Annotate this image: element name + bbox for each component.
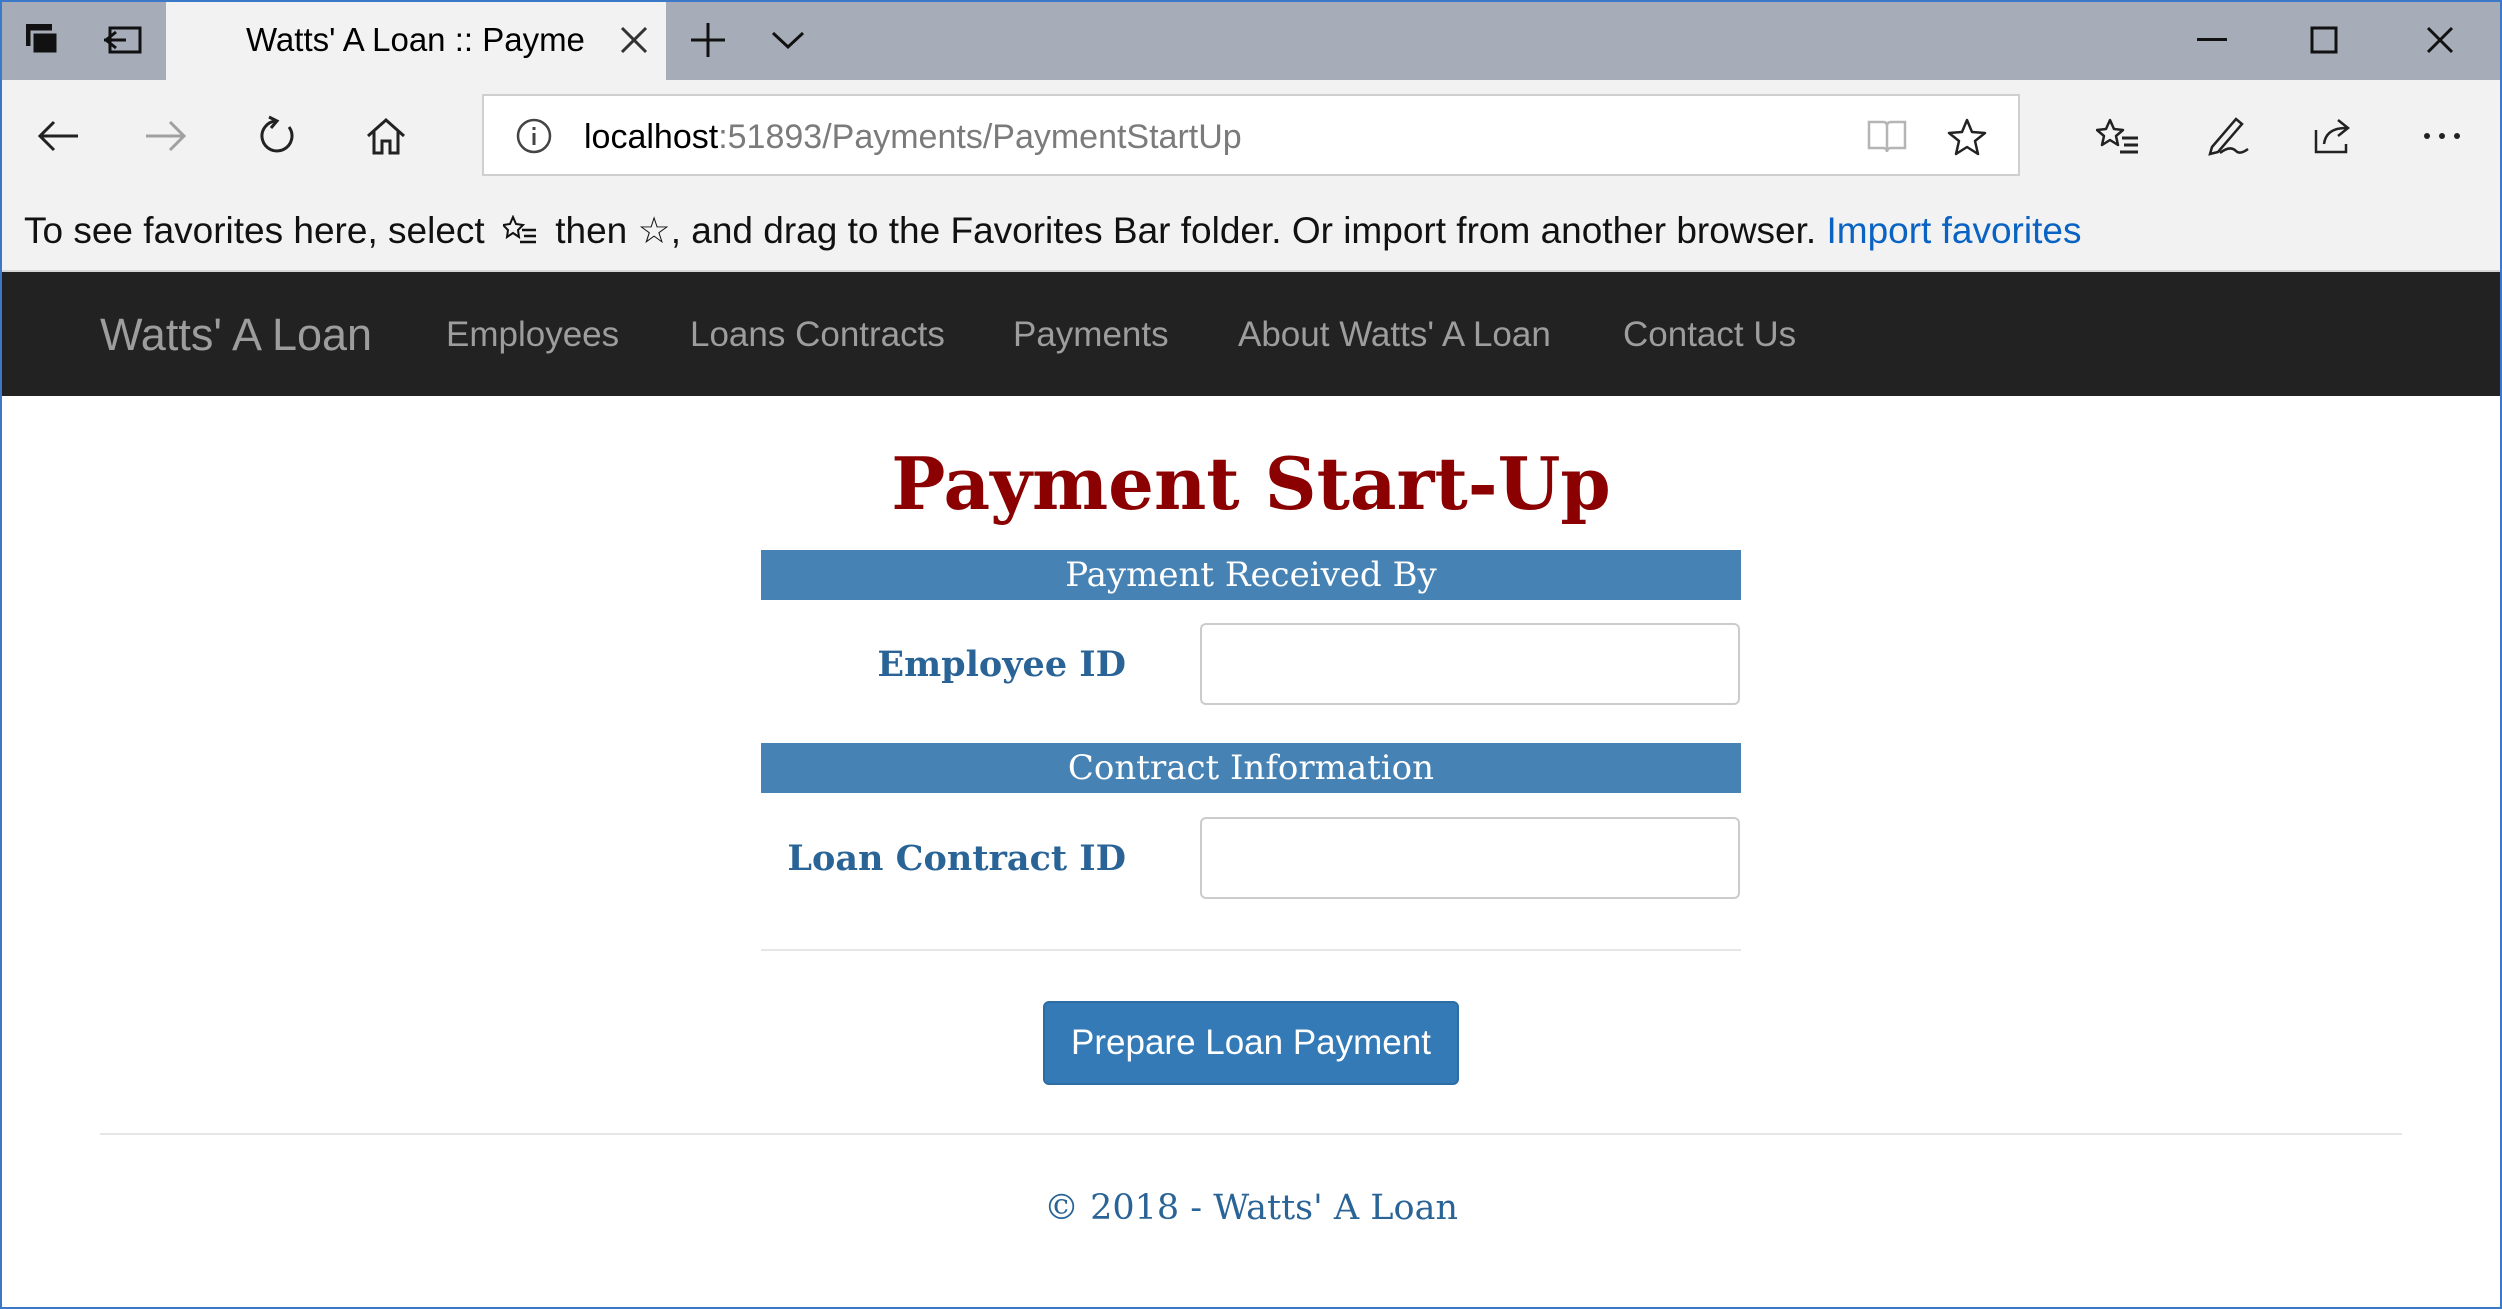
site-navbar: Watts' A Loan Employees Loans Contracts … <box>0 272 2502 396</box>
url-text[interactable]: localhost:51893/Payments/PaymentStartUp <box>584 114 1242 160</box>
page-title: Payment Start-Up <box>891 441 1611 526</box>
favorites-hub-inline-icon <box>495 210 545 256</box>
footer-divider <box>100 1133 2402 1135</box>
new-tab-icon[interactable] <box>668 0 748 80</box>
site-brand-link[interactable]: Watts' A Loan <box>100 310 372 360</box>
page-content: Payment Start-Up Payment Received By Emp… <box>0 396 2502 1309</box>
url-host: localhost <box>584 118 719 156</box>
tab-preview-chevron-icon[interactable] <box>748 0 828 80</box>
active-tab[interactable]: Watts' A Loan :: Paymen <box>166 0 666 80</box>
maximize-icon[interactable] <box>2268 0 2380 80</box>
employee-id-label: Employee ID <box>877 644 1126 685</box>
more-icon[interactable] <box>2410 104 2474 168</box>
reading-view-icon[interactable] <box>1864 114 1910 160</box>
close-window-icon[interactable] <box>2384 0 2496 80</box>
info-icon[interactable] <box>514 116 554 156</box>
section-header-payment-received-by: Payment Received By <box>761 550 1741 600</box>
back-icon[interactable] <box>26 104 90 168</box>
close-tab-icon[interactable] <box>604 10 664 70</box>
footer-copyright: © 2018 - Watts' A Loan <box>1043 1188 1459 1228</box>
refresh-icon[interactable] <box>244 104 308 168</box>
minimize-icon[interactable] <box>2156 0 2268 80</box>
loan-contract-id-label: Loan Contract ID <box>787 838 1126 879</box>
nav-link-payments[interactable]: Payments <box>1013 314 1169 356</box>
set-aside-tabs-icon[interactable] <box>82 0 162 80</box>
share-icon[interactable] <box>2302 104 2366 168</box>
nav-link-about[interactable]: About Watts' A Loan <box>1238 314 1551 356</box>
import-favorites-link[interactable]: Import favorites <box>1826 210 2081 251</box>
url-path: :51893/Payments/PaymentStartUp <box>718 118 1242 156</box>
section-header-contract-information: Contract Information <box>761 743 1741 793</box>
tab-manager-icon[interactable] <box>2 0 82 80</box>
employee-id-input[interactable] <box>1200 623 1740 705</box>
favorites-bar: To see favorites here, select then ☆, an… <box>0 190 2502 272</box>
favorites-message-end: then ☆, and drag to the Favorites Bar fo… <box>555 210 1817 251</box>
nav-link-loans-contracts[interactable]: Loans Contracts <box>690 314 945 356</box>
address-bar[interactable]: localhost:51893/Payments/PaymentStartUp <box>482 94 2020 176</box>
home-icon[interactable] <box>354 104 418 168</box>
browser-toolbar: localhost:51893/Payments/PaymentStartUp <box>0 80 2502 190</box>
tab-title: Watts' A Loan :: Paymen <box>246 21 586 58</box>
favorite-star-icon[interactable] <box>1944 114 1990 160</box>
form-divider <box>761 949 1741 951</box>
pen-icon[interactable] <box>2196 104 2260 168</box>
nav-link-contact[interactable]: Contact Us <box>1623 314 1796 356</box>
forward-icon[interactable] <box>134 104 198 168</box>
favorites-message: To see favorites here, select then ☆, an… <box>24 208 2081 256</box>
favorites-hub-icon[interactable] <box>2086 104 2150 168</box>
prepare-loan-payment-button[interactable]: Prepare Loan Payment <box>1043 1001 1459 1085</box>
nav-link-employees[interactable]: Employees <box>446 314 619 356</box>
favorites-message-start: To see favorites here, select <box>24 210 485 251</box>
loan-contract-id-input[interactable] <box>1200 817 1740 899</box>
browser-title-bar: Watts' A Loan :: Paymen <box>0 0 2502 80</box>
